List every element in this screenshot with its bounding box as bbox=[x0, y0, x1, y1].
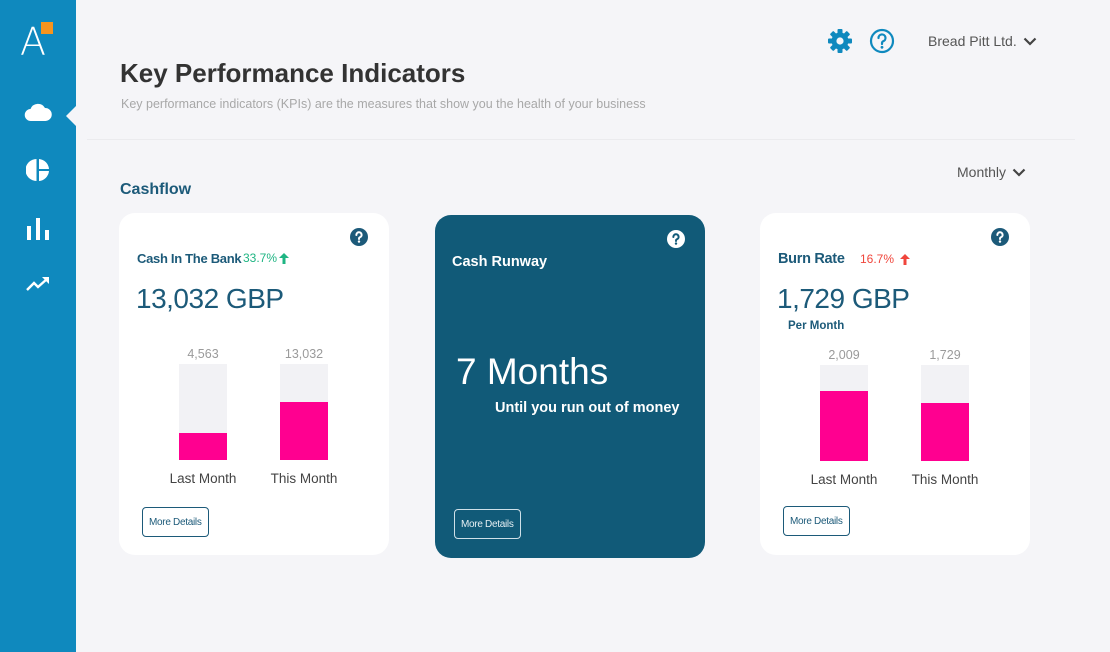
bar-track bbox=[280, 364, 328, 460]
sidebar-item-cashflow[interactable] bbox=[0, 94, 76, 130]
trend-up-icon bbox=[26, 277, 49, 291]
header-divider bbox=[87, 139, 1075, 140]
bar-label: This Month bbox=[270, 471, 338, 486]
bar-value: 1,729 bbox=[929, 348, 961, 362]
bar-track bbox=[921, 365, 969, 461]
help-icon[interactable] bbox=[991, 228, 1009, 246]
pie-chart-icon bbox=[26, 159, 49, 181]
kpi-label: Cash Runway bbox=[452, 254, 548, 270]
company-name: Bread Pitt Ltd. bbox=[928, 33, 1017, 49]
card-cash-in-bank: Cash In The Bank 33.7% 13,032 GBP 4,563 … bbox=[119, 213, 389, 555]
arrow-up-icon bbox=[900, 253, 911, 265]
bar-fill bbox=[280, 402, 328, 460]
sidebar-item-bar-chart[interactable] bbox=[0, 211, 76, 247]
period-selector[interactable]: Monthly bbox=[957, 164, 1026, 180]
gear-icon bbox=[828, 29, 852, 53]
more-details-button[interactable]: More Details bbox=[142, 507, 209, 537]
sidebar-item-trends[interactable] bbox=[0, 266, 76, 302]
card-burn-rate: Burn Rate 16.7% 1,729 GBP Per Month 2,00… bbox=[760, 213, 1030, 555]
bar-label: Last Month bbox=[810, 472, 878, 487]
card-cash-runway: Cash Runway 7 Months Until you run out o… bbox=[435, 215, 705, 558]
bar-value: 4,563 bbox=[187, 347, 219, 361]
bar-value: 2,009 bbox=[828, 348, 860, 362]
company-selector[interactable]: Bread Pitt Ltd. bbox=[928, 33, 1037, 49]
chevron-down-icon bbox=[1023, 37, 1036, 46]
kpi-value: 7 Months bbox=[456, 351, 609, 392]
kpi-label: Cash In The Bank bbox=[137, 251, 242, 266]
arrow-up-icon bbox=[279, 252, 290, 264]
kpi-change-value: 33.7% bbox=[243, 251, 278, 265]
help-icon[interactable] bbox=[667, 230, 685, 248]
kpi-label: Burn Rate bbox=[778, 251, 845, 267]
logo-accent-square bbox=[41, 22, 53, 34]
sidebar-item-pie[interactable] bbox=[0, 152, 76, 188]
settings-button[interactable] bbox=[827, 28, 853, 54]
bar-fill bbox=[179, 433, 227, 460]
kpi-value: 1,729 GBP bbox=[777, 283, 910, 314]
kpi-change: 33.7% bbox=[243, 251, 290, 265]
kpi-change-value: 16.7% bbox=[860, 252, 895, 266]
page-subtitle: Key performance indicators (KPIs) are th… bbox=[121, 97, 646, 111]
more-details-button[interactable]: More Details bbox=[454, 509, 521, 539]
bar-chart-icon bbox=[27, 218, 49, 240]
section-title: Cashflow bbox=[120, 181, 192, 198]
cloud-icon bbox=[24, 103, 52, 122]
bar-track bbox=[179, 364, 227, 460]
sidebar: A bbox=[0, 0, 77, 652]
kpi-change: 16.7% bbox=[860, 252, 911, 266]
help-icon[interactable] bbox=[350, 228, 368, 246]
page-title: Key Performance Indicators bbox=[120, 58, 466, 88]
bar-label: Last Month bbox=[169, 471, 237, 486]
bar-track bbox=[820, 365, 868, 461]
bar-fill bbox=[921, 403, 969, 461]
active-indicator bbox=[66, 105, 77, 127]
help-button[interactable] bbox=[869, 28, 895, 54]
bar-value: 13,032 bbox=[284, 347, 324, 361]
help-circle-icon bbox=[869, 28, 895, 54]
app-logo[interactable]: A bbox=[20, 22, 60, 64]
kpi-subtext: Until you run out of money bbox=[495, 400, 680, 416]
chevron-down-icon bbox=[1012, 168, 1026, 177]
kpi-value: 13,032 GBP bbox=[136, 283, 284, 314]
more-details-button[interactable]: More Details bbox=[783, 506, 850, 536]
kpi-per-label: Per Month bbox=[788, 320, 845, 332]
period-value: Monthly bbox=[957, 164, 1007, 180]
bar-label: This Month bbox=[911, 472, 979, 487]
bar-fill bbox=[820, 390, 868, 461]
